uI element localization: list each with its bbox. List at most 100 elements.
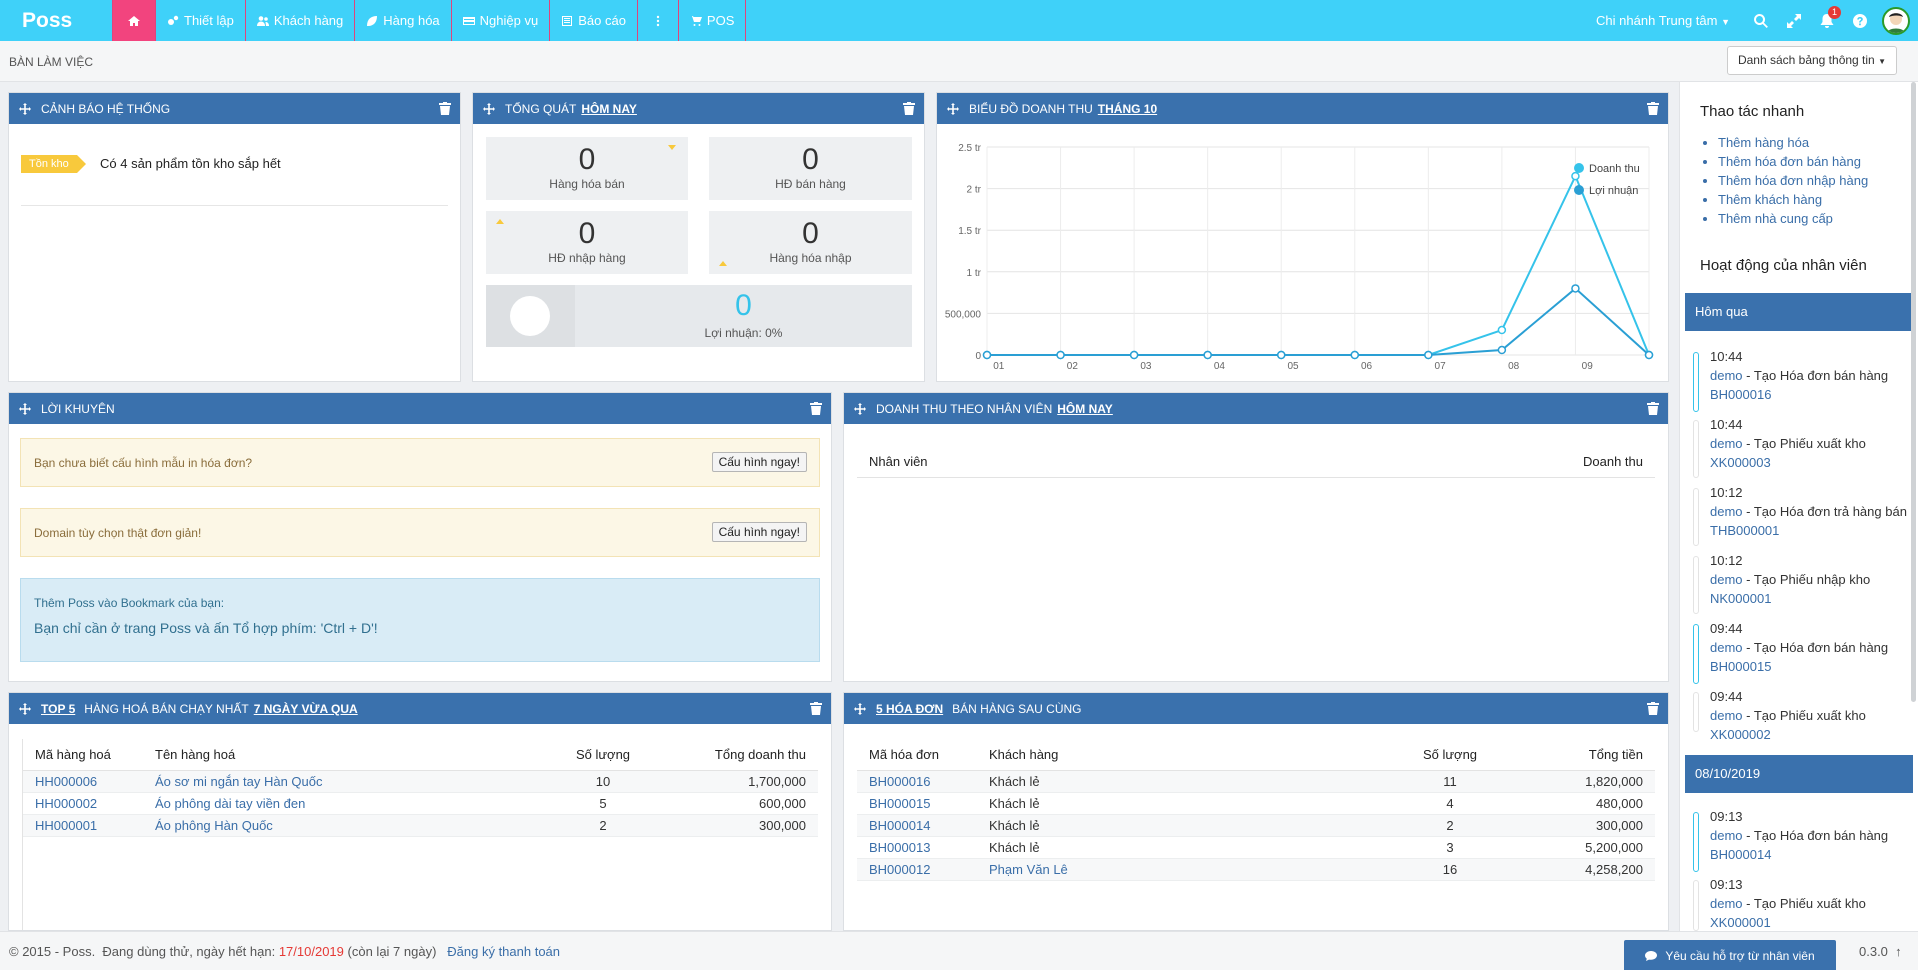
activity-code-link[interactable]: BH000015 [1710, 659, 1771, 674]
total-cell: 300,000 [1525, 814, 1655, 837]
move-icon[interactable] [854, 402, 866, 415]
activity-code-link[interactable]: NK000001 [1710, 591, 1771, 606]
activity-user-link[interactable]: demo [1710, 368, 1743, 383]
activity-user-link[interactable]: demo [1710, 708, 1743, 723]
trash-icon[interactable] [1647, 102, 1659, 115]
branch-selector[interactable]: Chi nhánh Trung tâm ▼ [1596, 13, 1730, 28]
move-icon[interactable] [19, 402, 31, 415]
trash-icon[interactable] [903, 102, 915, 115]
col-invoice-code: Mã hóa đơn [857, 739, 977, 771]
dashboard-list-dropdown[interactable]: Danh sách bảng thông tin ▼ [1726, 46, 1897, 75]
panel-header: 5 HÓA ĐƠN BÁN HÀNG SAU CÙNG [844, 693, 1668, 724]
product-code-link[interactable]: HH000006 [23, 770, 143, 793]
invoice-code-link[interactable]: BH000013 [857, 836, 977, 859]
nav-reports[interactable]: Báo cáo [550, 0, 638, 41]
panel-title-link-top[interactable]: TOP 5 [41, 702, 75, 716]
overview-panel: TỔNG QUÁT HÔM NAY 0 Hàng hóa bán 0 HĐ bán… [472, 92, 925, 382]
invoice-code-link[interactable]: BH000012 [857, 858, 977, 881]
x-tick-label: 05 [1287, 361, 1299, 372]
product-code-link[interactable]: HH000001 [23, 814, 143, 837]
nav-operations[interactable]: Nghiệp vụ [452, 0, 551, 41]
activity-day-header: 08/10/2019 [1685, 755, 1913, 793]
fullscreen-button[interactable] [1777, 0, 1810, 41]
activity-code-link[interactable]: XK000003 [1710, 455, 1771, 470]
configure-now-button[interactable]: Cấu hình ngay! [711, 452, 807, 472]
search-button[interactable] [1744, 0, 1777, 41]
product-name-link[interactable]: Áo phông dài tay viền đen [143, 792, 528, 815]
nav-more[interactable] [638, 0, 679, 41]
move-icon[interactable] [854, 702, 866, 715]
configure-now-button[interactable]: Cấu hình ngay! [711, 522, 807, 542]
nav-pos[interactable]: POS [679, 0, 747, 41]
trash-icon[interactable] [810, 402, 822, 415]
move-icon[interactable] [19, 702, 31, 715]
timeline-marker [1693, 420, 1699, 478]
move-icon[interactable] [947, 102, 959, 115]
panel-title-link[interactable]: 5 HÓA ĐƠN [876, 702, 943, 716]
nav-settings-label: Thiết lập [184, 13, 234, 28]
quick-add-purchase-invoice[interactable]: Thêm hóa đơn nhập hàng [1718, 171, 1868, 190]
move-icon[interactable] [19, 102, 31, 115]
table-row: HH000001 Áo phông Hàn Quốc 2 300,000 [23, 814, 818, 837]
activity-item: 10:44 demo - Tạo Phiếu xuất kho XK000003 [1710, 415, 1910, 472]
leaf-icon [367, 15, 378, 26]
table-header-row: Mã hóa đơn Khách hàng Số lượng Tổng tiền [857, 739, 1655, 771]
activity-user-link[interactable]: demo [1710, 572, 1743, 587]
total-cell: 600,000 [678, 792, 818, 815]
panel-title-link[interactable]: THÁNG 10 [1098, 102, 1157, 116]
trash-icon[interactable] [810, 702, 822, 715]
activity-user-link[interactable]: demo [1710, 896, 1743, 911]
product-code-link[interactable]: HH000002 [23, 792, 143, 815]
quick-add-sales-invoice[interactable]: Thêm hóa đơn bán hàng [1718, 152, 1868, 171]
timeline-marker [1693, 692, 1699, 732]
nav-products[interactable]: Hàng hóa [355, 0, 452, 41]
activity-code-link[interactable]: XK000001 [1710, 915, 1771, 930]
users-icon [256, 15, 269, 26]
data-point [1571, 284, 1580, 293]
notifications-button[interactable]: 1 [1810, 0, 1843, 41]
activity-user-link[interactable]: demo [1710, 504, 1743, 519]
user-avatar[interactable] [1882, 6, 1910, 35]
nav-settings[interactable]: Thiết lập [156, 0, 246, 41]
quick-add-supplier[interactable]: Thêm nhà cung cấp [1718, 209, 1868, 228]
quick-add-product[interactable]: Thêm hàng hóa [1718, 133, 1868, 152]
quick-add-customer[interactable]: Thêm khách hàng [1718, 190, 1868, 209]
register-payment-link[interactable]: Đăng ký thanh toán [447, 944, 560, 959]
activity-user-link[interactable]: demo [1710, 436, 1743, 451]
activity-code-link[interactable]: BH000016 [1710, 387, 1771, 402]
activity-code-link[interactable]: THB000001 [1710, 523, 1779, 538]
activity-code-link[interactable]: BH000014 [1710, 847, 1771, 862]
arrow-up-icon[interactable]: ↑ [1895, 944, 1902, 959]
trash-icon[interactable] [1647, 702, 1659, 715]
app-logo[interactable]: Poss [0, 0, 112, 41]
invoice-code-link[interactable]: BH000016 [857, 770, 977, 793]
product-name-link[interactable]: Áo phông Hàn Quốc [143, 814, 528, 837]
trash-icon[interactable] [1647, 402, 1659, 415]
x-tick-label: 04 [1214, 361, 1226, 372]
nav-customers[interactable]: Khách hàng [246, 0, 356, 41]
x-tick-label: 01 [993, 361, 1005, 372]
activity-time: 10:12 [1710, 485, 1743, 500]
invoice-code-link[interactable]: BH000014 [857, 814, 977, 837]
activity-user-link[interactable]: demo [1710, 640, 1743, 655]
trash-icon[interactable] [439, 102, 451, 115]
panel-title-link-period[interactable]: 7 NGÀY VỪA QUA [254, 702, 358, 716]
help-button[interactable] [1843, 0, 1876, 41]
activity-code-link[interactable]: XK000002 [1710, 727, 1771, 742]
support-request-button[interactable]: Yêu cầu hỗ trợ từ nhân viên [1624, 940, 1836, 970]
activity-time: 10:44 [1710, 417, 1743, 432]
product-name-link[interactable]: Áo sơ mi ngắn tay Hàn Quốc [143, 770, 528, 793]
nav-home[interactable] [112, 0, 156, 41]
revenue-line-chart: 0 500,000 1 tr 1.5 tr 2 tr 2.5 tr 01 02 03 04 05 06… [945, 143, 1654, 372]
sidebar-scrollbar[interactable] [1911, 82, 1916, 702]
customer-link[interactable]: Phạm Văn Lê [977, 858, 1375, 881]
activity-user-link[interactable]: demo [1710, 828, 1743, 843]
panel-title-link[interactable]: HÔM NAY [581, 102, 637, 116]
customer-cell: Khách lẻ [977, 814, 1375, 837]
activity-time: 09:44 [1710, 689, 1743, 704]
data-point [1424, 350, 1433, 360]
move-icon[interactable] [483, 102, 495, 115]
panel-title-link[interactable]: HÔM NAY [1057, 402, 1113, 416]
invoice-code-link[interactable]: BH000015 [857, 792, 977, 815]
inventory-tag[interactable]: Tồn kho [21, 155, 86, 173]
